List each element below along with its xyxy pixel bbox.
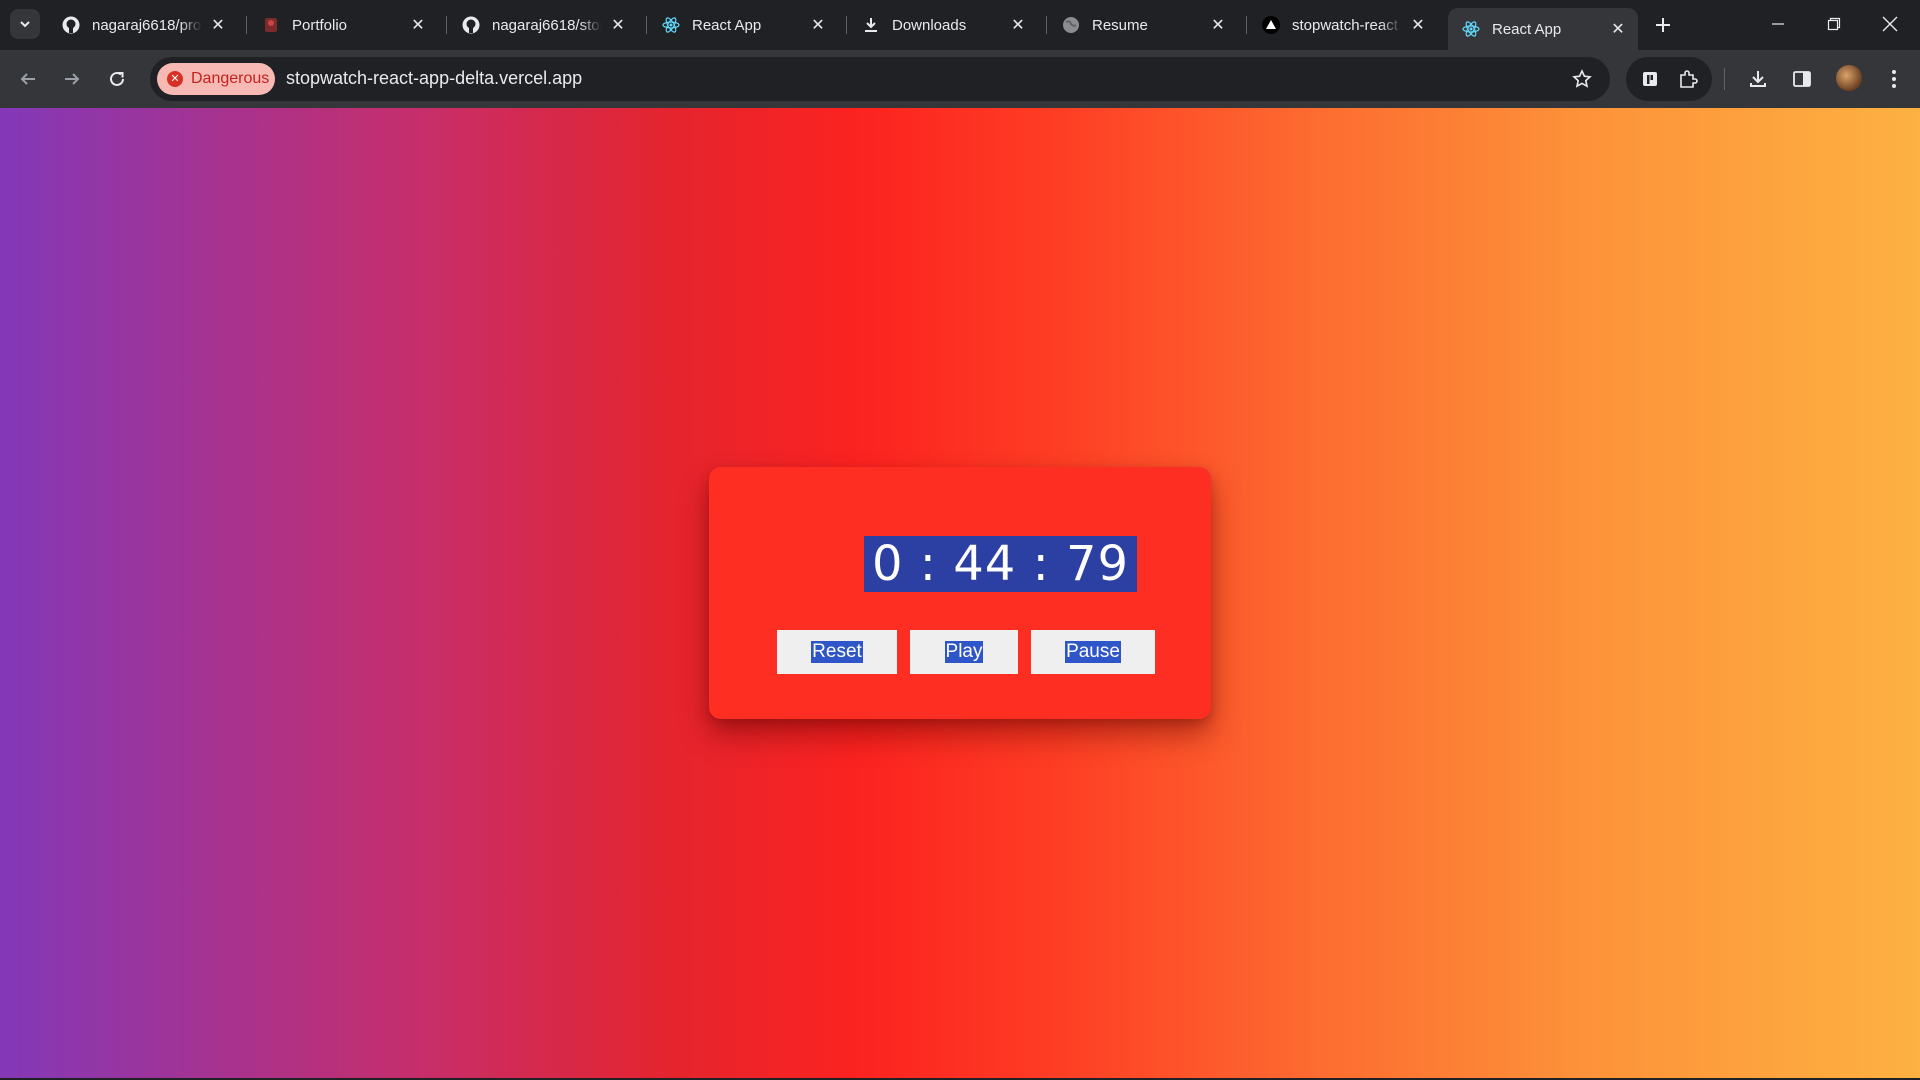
react-icon (1462, 20, 1480, 38)
tab-title: nagaraj6618/stop (492, 16, 602, 34)
tab-divider (1246, 16, 1247, 34)
security-status-label: Dangerous (191, 70, 270, 87)
star-icon (1572, 69, 1592, 88)
play-button[interactable]: Play (910, 630, 1018, 674)
puzzle-icon (1680, 70, 1698, 88)
tab-title: nagaraj6618/pro (92, 16, 202, 34)
chevron-down-icon (20, 21, 30, 28)
tab-title: Resume (1092, 16, 1148, 34)
security-status-chip[interactable]: ✕ Dangerous (157, 63, 275, 95)
vercel-icon (1262, 16, 1280, 34)
restore-button[interactable] (1808, 6, 1860, 42)
tab-title: React App (1492, 20, 1562, 38)
profile-avatar[interactable] (1836, 65, 1862, 91)
back-button[interactable] (12, 63, 44, 95)
side-panel-icon (1793, 71, 1811, 87)
stopwatch-card: 0 : 44 : 79 Reset Play Pause (709, 467, 1211, 719)
tab-title: React App (692, 16, 762, 34)
reset-button[interactable]: Reset (777, 630, 897, 674)
tab-title: stopwatch-react (1292, 16, 1398, 34)
reset-button-label: Reset (811, 641, 863, 663)
tab-resume[interactable]: Resume ✕ (1048, 8, 1238, 42)
extension-icon (1643, 72, 1657, 86)
extensions-menu-button[interactable] (1672, 63, 1704, 95)
extensions-group (1626, 57, 1712, 101)
plus-icon (1656, 18, 1670, 32)
tab-divider (246, 16, 247, 34)
tab-react-app-active[interactable]: React App ✕ (1448, 8, 1638, 50)
tab-portfolio[interactable]: Portfolio ✕ (248, 8, 438, 42)
forward-button[interactable] (56, 63, 88, 95)
close-icon[interactable]: ✕ (1408, 15, 1428, 35)
page-viewport: 0 : 44 : 79 Reset Play Pause (0, 108, 1920, 1078)
tab-strip: nagaraj6618/pro ✕ Portfolio ✕ nagaraj661… (0, 0, 1920, 50)
browser-toolbar: ✕ Dangerous stopwatch-react-app-delta.ve… (0, 50, 1920, 108)
tab-divider (1046, 16, 1047, 34)
close-icon[interactable]: ✕ (1008, 15, 1028, 35)
back-arrow-icon (20, 73, 35, 85)
download-icon (862, 16, 880, 34)
globe-icon (1062, 16, 1080, 34)
portfolio-icon (262, 16, 280, 34)
close-window-button[interactable] (1864, 6, 1916, 42)
github-icon (62, 16, 80, 34)
tab-github-profile[interactable]: nagaraj6618/pro ✕ (48, 8, 238, 42)
minimize-button[interactable] (1752, 6, 1804, 42)
minimize-icon (1772, 23, 1784, 25)
close-icon[interactable]: ✕ (608, 15, 628, 35)
close-icon[interactable]: ✕ (808, 15, 828, 35)
close-icon[interactable]: ✕ (1608, 19, 1628, 39)
new-tab-button[interactable] (1650, 12, 1676, 38)
bookmark-star-button[interactable] (1570, 67, 1594, 91)
toolbar-divider (1724, 68, 1725, 90)
close-icon (1882, 16, 1898, 32)
browser-menu-button[interactable] (1878, 63, 1910, 95)
close-icon[interactable]: ✕ (408, 15, 428, 35)
tab-divider (846, 16, 847, 34)
tab-search-button[interactable] (10, 9, 40, 39)
reload-button[interactable] (101, 63, 133, 95)
tab-title: Downloads (892, 16, 967, 34)
close-icon[interactable]: ✕ (208, 15, 228, 35)
downloads-button[interactable] (1742, 63, 1774, 95)
forward-arrow-icon (65, 73, 80, 85)
github-icon (462, 16, 480, 34)
pause-button[interactable]: Pause (1031, 630, 1155, 674)
react-icon (662, 16, 680, 34)
extension-button[interactable] (1634, 63, 1666, 95)
tab-divider (446, 16, 447, 34)
address-bar[interactable]: ✕ Dangerous stopwatch-react-app-delta.ve… (150, 57, 1610, 101)
side-panel-button[interactable] (1786, 63, 1818, 95)
close-icon[interactable]: ✕ (1208, 15, 1228, 35)
tab-divider (646, 16, 647, 34)
play-button-label: Play (944, 641, 984, 663)
pause-button-label: Pause (1065, 641, 1121, 663)
restore-icon (1827, 17, 1841, 31)
stopwatch-time-display: 0 : 44 : 79 (864, 536, 1138, 592)
url-text[interactable]: stopwatch-react-app-delta.vercel.app (286, 68, 582, 89)
tab-vercel[interactable]: stopwatch-react ✕ (1248, 8, 1438, 42)
tab-react-app[interactable]: React App ✕ (648, 8, 838, 42)
error-icon: ✕ (167, 71, 183, 87)
tab-github-stopwatch[interactable]: nagaraj6618/stop ✕ (448, 8, 638, 42)
tab-downloads[interactable]: Downloads ✕ (848, 8, 1038, 42)
download-icon (1750, 71, 1766, 87)
reload-icon (110, 71, 124, 86)
tab-title: Portfolio (292, 16, 348, 34)
more-vertical-icon (1892, 70, 1896, 88)
